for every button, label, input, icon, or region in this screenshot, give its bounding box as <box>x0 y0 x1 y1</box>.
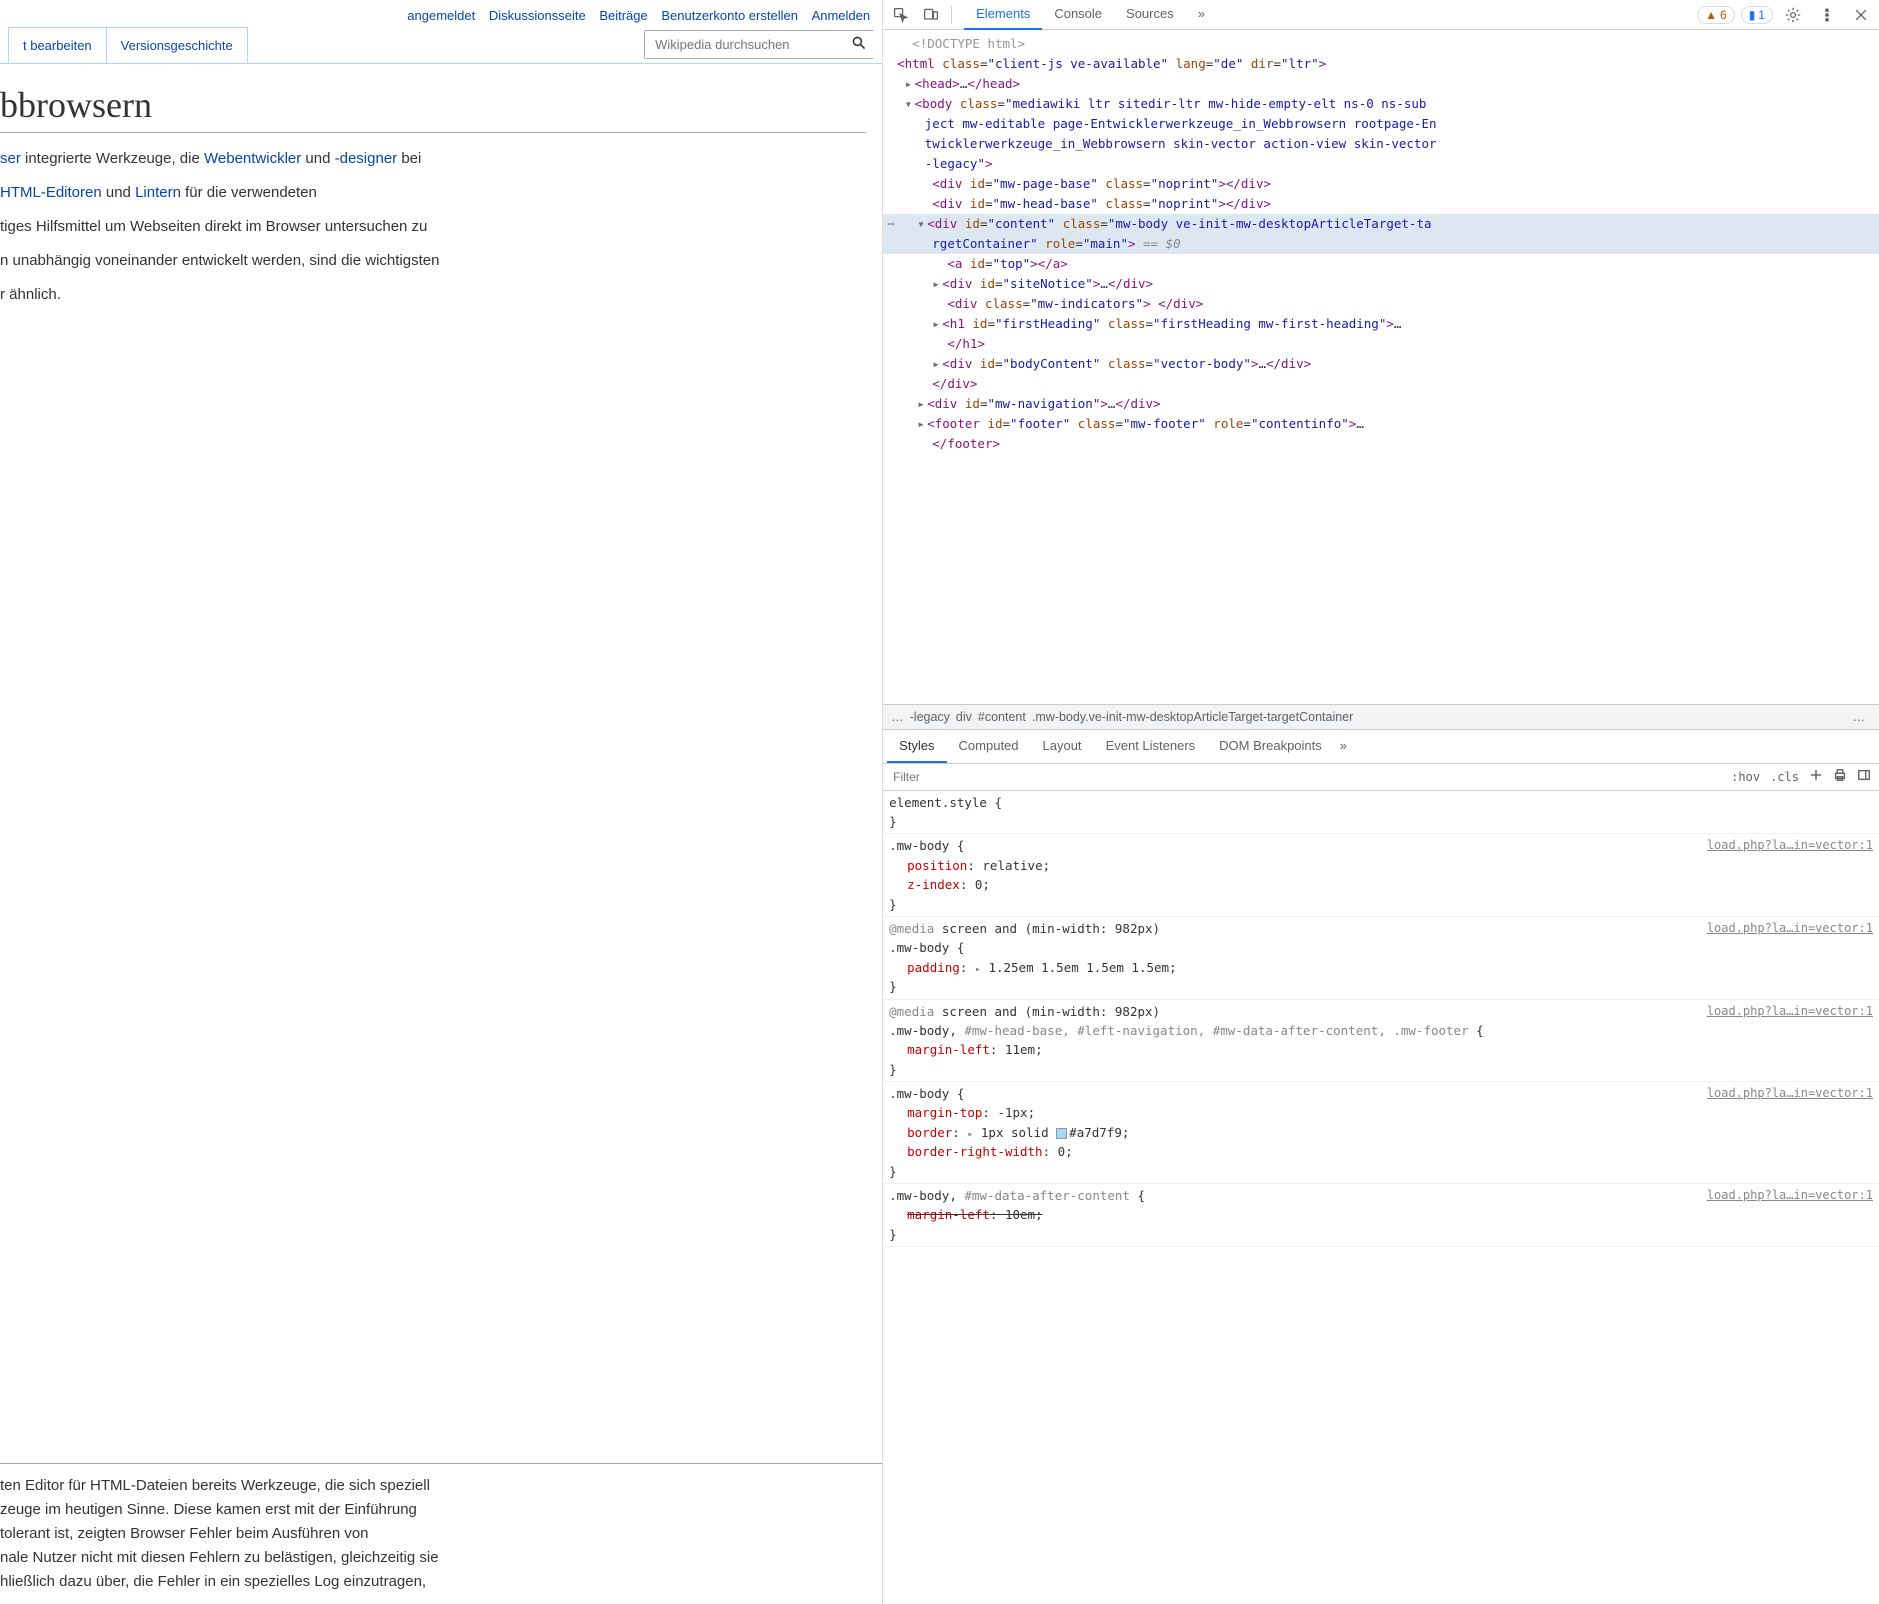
message-icon: ▮ <box>1749 8 1756 22</box>
source-link[interactable]: load.php?la…in=vector:1 <box>1707 836 1873 855</box>
panel-icon <box>1857 768 1871 782</box>
link-designer[interactable]: designer <box>340 150 398 167</box>
tab-history[interactable]: Versionsgeschichte <box>106 27 248 63</box>
article-paragraph: r ähnlich. <box>0 283 866 307</box>
link-logged-in[interactable]: angemeldet <box>407 8 475 23</box>
styles-pane[interactable]: element.style { } load.php?la…in=vector:… <box>883 791 1879 1604</box>
article-paragraph: nale Nutzer nicht mit diesen Fehlern zu … <box>0 1546 866 1570</box>
link-lintern[interactable]: Lintern <box>135 184 181 201</box>
subtabs-more[interactable]: » <box>1334 730 1353 763</box>
plus-icon <box>1809 768 1823 782</box>
print-media-button[interactable] <box>1833 768 1847 785</box>
link-login[interactable]: Anmelden <box>812 8 871 23</box>
article-paragraph: ser integrierte Werkzeuge, die Webentwic… <box>0 147 866 171</box>
search-button[interactable] <box>841 31 877 58</box>
article-paragraph: n unabhängig voneinander entwickelt werd… <box>0 249 866 273</box>
devtools-toolbar: Elements Console Sources » ▲6 ▮1 <box>883 0 1879 30</box>
link-ser[interactable]: ser <box>0 150 21 167</box>
cls-toggle[interactable]: .cls <box>1770 770 1799 784</box>
article-paragraph: zeuge im heutigen Sinne. Diese kamen ers… <box>0 1498 866 1522</box>
selected-dom-node[interactable]: ⋯ ▾<div id="content" class="mw-body ve-i… <box>883 214 1879 234</box>
tab-console[interactable]: Console <box>1042 0 1114 30</box>
gear-icon <box>1785 7 1801 23</box>
link-html[interactable]: HTML <box>90 1477 131 1494</box>
article-paragraph: tolerant ist, zeigten Browser Fehler bei… <box>0 1522 866 1546</box>
messages-badge[interactable]: ▮1 <box>1741 6 1773 24</box>
page-title: bbrowsern <box>0 84 866 133</box>
device-toolbar-button[interactable] <box>917 3 945 27</box>
source-link[interactable]: load.php?la…in=vector:1 <box>1707 1002 1873 1021</box>
printer-icon <box>1833 768 1847 782</box>
article-paragraph: HTML-Editoren und Lintern für die verwen… <box>0 181 866 205</box>
subtab-event-listeners[interactable]: Event Listeners <box>1094 730 1208 763</box>
link-html-editoren[interactable]: HTML-Editoren <box>0 184 102 201</box>
inspect-element-button[interactable] <box>887 3 915 27</box>
styles-filter-input[interactable] <box>883 764 1723 790</box>
link-log[interactable]: Log <box>314 1573 339 1590</box>
link-talk[interactable]: Diskussionsseite <box>489 8 586 23</box>
kebab-icon <box>1819 7 1835 23</box>
toggle-sidebar-button[interactable] <box>1857 768 1871 785</box>
article-paragraph: tiges Hilfsmittel um Webseiten direkt im… <box>0 215 866 239</box>
warnings-badge[interactable]: ▲6 <box>1697 6 1735 24</box>
breadcrumb[interactable]: … -legacy div#content.mw-body.ve-init-mw… <box>883 704 1879 730</box>
new-style-rule-button[interactable] <box>1809 768 1823 785</box>
warning-icon: ▲ <box>1705 8 1717 22</box>
article-paragraph: hließlich dazu über, die Fehler in ein s… <box>0 1570 866 1594</box>
subtab-dom-breakpoints[interactable]: DOM Breakpoints <box>1207 730 1334 763</box>
more-button[interactable] <box>1813 3 1841 27</box>
subtab-computed[interactable]: Computed <box>947 730 1031 763</box>
color-swatch[interactable] <box>1056 1128 1067 1139</box>
dom-tree[interactable]: <!DOCTYPE html> <html class="client-js v… <box>883 30 1879 704</box>
personal-tools: angemeldet Diskussionsseite Beiträge Ben… <box>0 0 882 27</box>
source-link[interactable]: load.php?la…in=vector:1 <box>1707 1186 1873 1205</box>
tab-sources[interactable]: Sources <box>1114 0 1186 30</box>
search-box <box>644 30 874 59</box>
tab-elements[interactable]: Elements <box>964 0 1042 30</box>
subtab-styles[interactable]: Styles <box>887 730 946 763</box>
article-paragraph: ten Editor für HTML-Dateien bereits Werk… <box>0 1474 866 1498</box>
tab-edit[interactable]: t bearbeiten <box>8 27 107 63</box>
tabs-more[interactable]: » <box>1186 0 1217 30</box>
link-webentwickler[interactable]: Webentwickler <box>204 150 301 167</box>
hov-toggle[interactable]: :hov <box>1731 770 1760 784</box>
settings-button[interactable] <box>1779 3 1807 27</box>
search-input[interactable] <box>645 31 841 58</box>
search-icon <box>851 35 867 51</box>
source-link[interactable]: load.php?la…in=vector:1 <box>1707 1084 1873 1103</box>
close-icon <box>1853 7 1869 23</box>
link-create-account[interactable]: Benutzerkonto erstellen <box>661 8 798 23</box>
source-link[interactable]: load.php?la…in=vector:1 <box>1707 919 1873 938</box>
close-button[interactable] <box>1847 3 1875 27</box>
subtab-layout[interactable]: Layout <box>1031 730 1094 763</box>
link-contribs[interactable]: Beiträge <box>599 8 647 23</box>
